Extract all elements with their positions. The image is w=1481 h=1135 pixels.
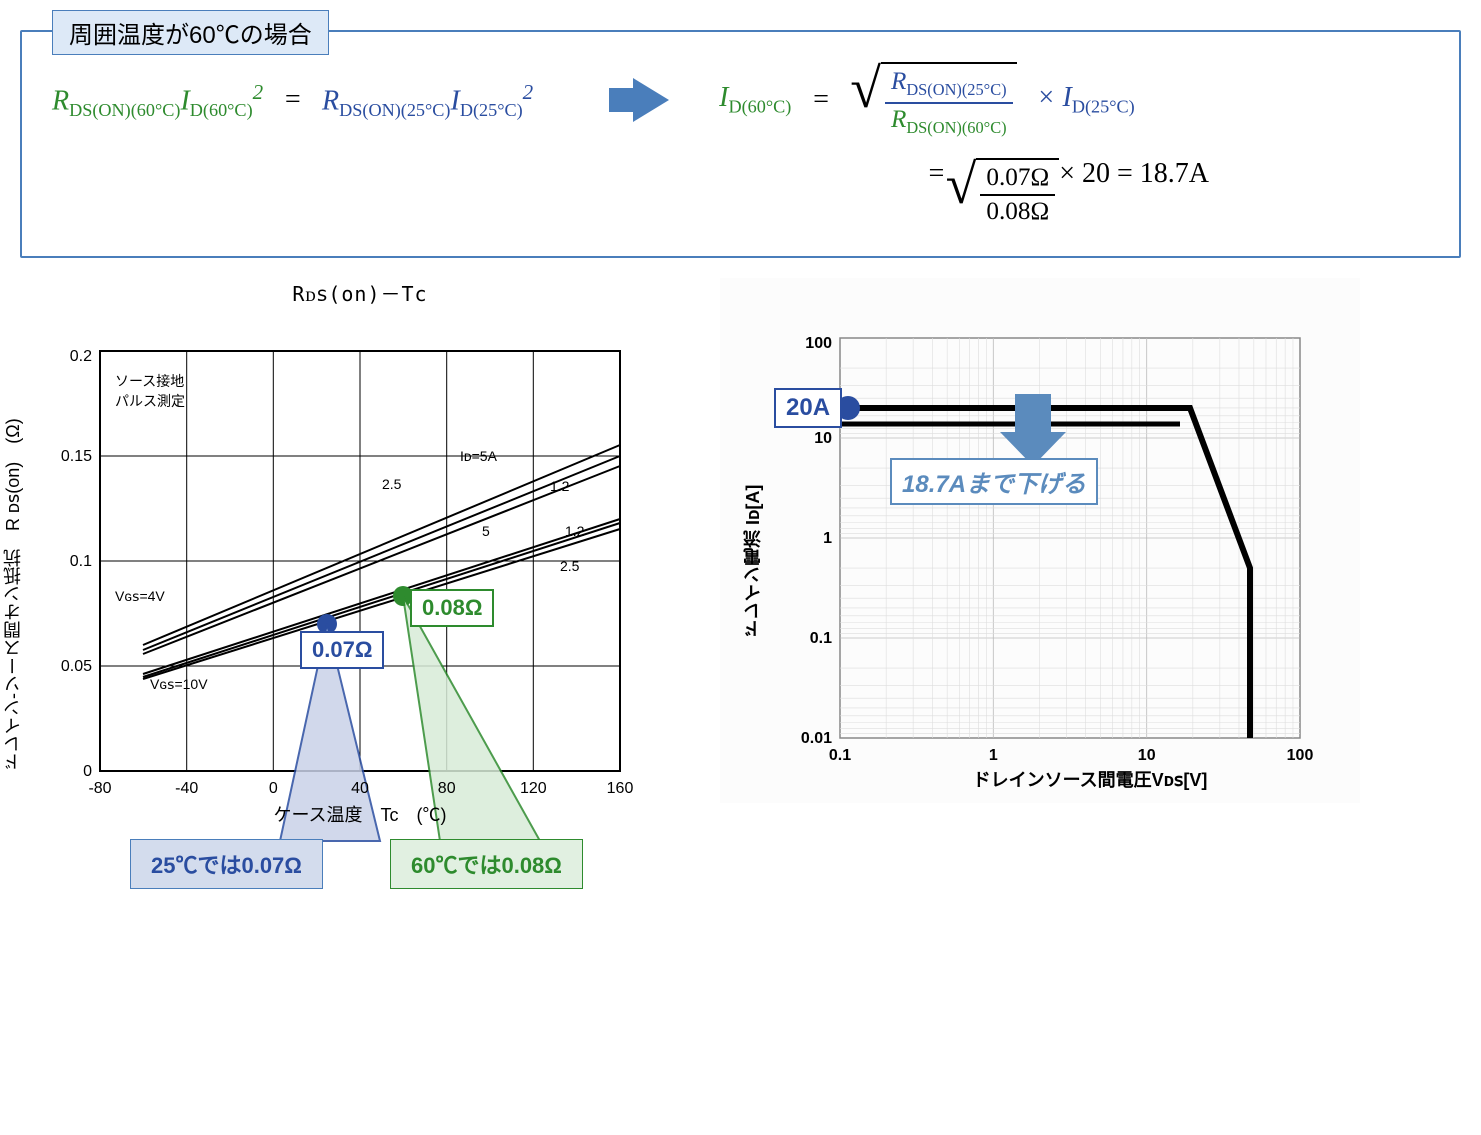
val12b: 1.2 (565, 523, 585, 539)
val12a: 1.2 (550, 478, 570, 494)
xt6: 160 (607, 780, 634, 797)
row2-num: 0.07Ω (980, 164, 1055, 196)
xt5: 120 (520, 780, 547, 797)
callout-008: 0.08Ω (410, 589, 494, 627)
chart2-plot: 0.1 1 10 100 0.01 0.1 1 10 100 ドレインソース間電… (720, 298, 1340, 798)
yt0: 0 (83, 763, 92, 780)
chart1-title: Rᴅꜱ(on)－Tc (20, 278, 700, 307)
formula-row-1: RDS(ON)(60°C)ID(60°C)2 = RDS(ON)(25°C)ID… (52, 62, 1429, 138)
yt4: 0.2 (70, 348, 92, 365)
formula-row-2: = √ 0.07Ω 0.08Ω × 20 = 18.7A (52, 158, 1429, 226)
c2yt2: 1 (823, 530, 832, 547)
c2xt0: 0.1 (829, 747, 851, 764)
times-id25: × ID(25°C) (1037, 82, 1135, 118)
row2-den: 0.08Ω (980, 196, 1055, 226)
c2yt3: 10 (814, 430, 832, 447)
xt4: 80 (438, 780, 456, 797)
yt3: 0.15 (61, 448, 92, 465)
chart-id-vds: ドレイン電流 Iᴅ[A] (720, 278, 1360, 803)
equation-id60: ID(60°C) (719, 82, 791, 118)
callout-derate: 18.7Aまで下げる (890, 458, 1098, 505)
sqrt-expression-2: √ 0.07Ω 0.08Ω (946, 158, 1060, 226)
yt2: 0.1 (70, 553, 92, 570)
formula-title: 周囲温度が60℃の場合 (52, 10, 329, 55)
c2yt4: 100 (805, 335, 832, 352)
yt1: 0.05 (61, 658, 92, 675)
equation-equals-1: = (283, 84, 302, 116)
xt1: -40 (175, 780, 198, 797)
c2xt1: 1 (989, 747, 998, 764)
vgs4-label: Vɢꜱ=4V (115, 588, 165, 604)
callout-007: 0.07Ω (300, 631, 384, 669)
vgs10-label: Vɢꜱ=10V (150, 676, 208, 692)
c2yt1: 0.1 (810, 630, 832, 647)
arrow-right-icon (633, 78, 669, 122)
val5b: 5 (482, 523, 490, 539)
id5a-label: Iᴅ=5A (460, 448, 498, 464)
val25b: 2.5 (560, 558, 580, 574)
sqrt-expression-1: √ RDS(ON)(25°C) RDS(ON)(60°C) (850, 62, 1016, 138)
val25a: 2.5 (382, 476, 402, 492)
bottom-callout-60c: 60℃では0.08Ω (390, 839, 583, 889)
frac-den-rds60: RDS(ON)(60°C) (885, 104, 1013, 138)
equation-lhs-60c: RDS(ON)(60°C)ID(60°C)2 (52, 80, 263, 121)
row2-equals: = (927, 158, 946, 226)
chart2-ylabel: ドレイン電流 Iᴅ[A] (740, 418, 766, 638)
note1: ソース接地 (115, 373, 184, 389)
formula-box: 周囲温度が60℃の場合 RDS(ON)(60°C)ID(60°C)2 = RDS… (20, 30, 1461, 258)
charts-row: Rᴅꜱ(on)－Tc ドレイン-ソース間オン抵抗 R ᴅꜱ(on) (Ω) (20, 278, 1461, 851)
xt3: 40 (351, 780, 369, 797)
c2xt2: 10 (1138, 747, 1156, 764)
note2: パルス測定 (115, 393, 185, 409)
chart1-plot: ソース接地 パルス測定 Vɢꜱ=4V Vɢꜱ=10V Iᴅ=5A 2.5 1.2… (20, 311, 660, 851)
c2xt3: 100 (1287, 747, 1314, 764)
xt0: -80 (88, 780, 111, 797)
row2-result: × 20 = 18.7A (1059, 158, 1209, 226)
equation-equals-2: = (811, 84, 830, 116)
xt2: 0 (269, 780, 278, 797)
frac-num-rds25: RDS(ON)(25°C) (885, 68, 1013, 104)
callout-20a: 20A (774, 388, 842, 428)
c2yt0: 0.01 (801, 730, 832, 747)
chart-rdson-tc: Rᴅꜱ(on)－Tc ドレイン-ソース間オン抵抗 R ᴅꜱ(on) (Ω) (20, 278, 700, 851)
chart1-ylabel: ドレイン-ソース間オン抵抗 R ᴅꜱ(on) (Ω) (0, 391, 26, 771)
chart2-xlabel: ドレインソース間電圧Vᴅꜱ[V] (973, 770, 1208, 790)
chart1-xlabel: ケース温度 Tc (℃) (273, 805, 446, 825)
equation-rhs-25c: RDS(ON)(25°C)ID(25°C)2 (322, 80, 533, 121)
bottom-callout-25c: 25℃では0.07Ω (130, 839, 323, 889)
